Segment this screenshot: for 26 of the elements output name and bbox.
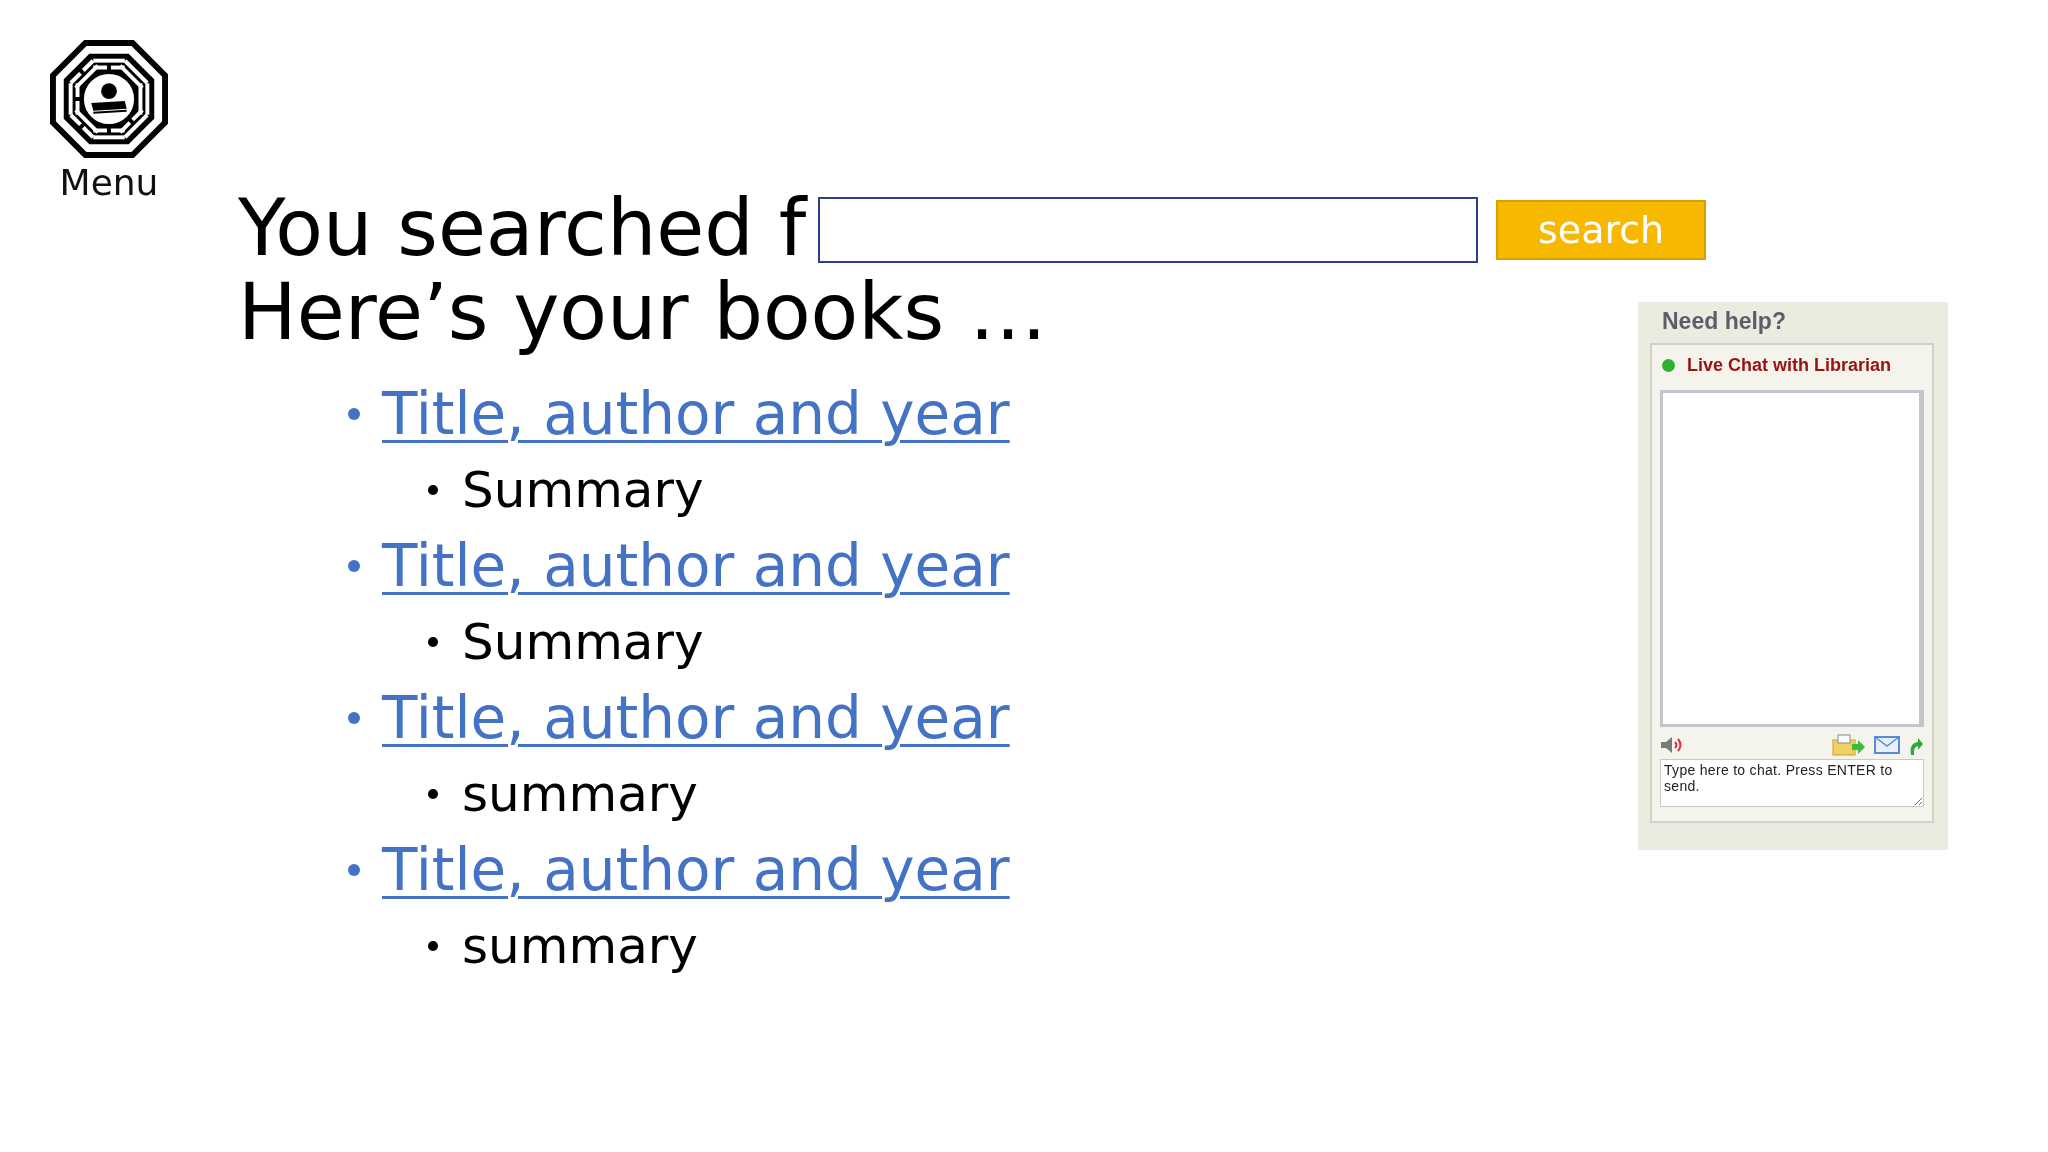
bullet-icon: [348, 711, 360, 724]
book-title-link[interactable]: Title, author and year: [382, 531, 1010, 600]
bullet-icon: [348, 559, 360, 572]
chat-title: Need help?: [1661, 308, 1786, 336]
menu-button[interactable]: Menu: [50, 40, 168, 203]
search-field[interactable]: [818, 197, 1479, 263]
book-title-link[interactable]: Title, author and year: [382, 379, 1010, 448]
folder-arrow-icon[interactable]: [1832, 734, 1866, 756]
bullet-icon: [348, 863, 360, 876]
book-summary: Summary: [462, 612, 704, 671]
envelope-icon[interactable]: [1874, 736, 1900, 754]
search-result-heading: You searched f: [238, 189, 807, 267]
bullet-icon: [348, 407, 360, 420]
book-title-link[interactable]: Title, author and year: [382, 835, 1010, 904]
books-heading: Here’s your books …: [238, 270, 1047, 356]
book-summary: Summary: [462, 460, 704, 519]
chat-status: Live Chat with Librarian: [1687, 355, 1892, 376]
book-title-link[interactable]: Title, author and year: [382, 683, 1010, 752]
bullet-icon: [428, 636, 438, 647]
bullet-icon: [428, 940, 438, 951]
book-summary: summary: [462, 916, 698, 975]
bullet-icon: [428, 788, 438, 799]
book-summary: summary: [462, 764, 698, 823]
chat-input[interactable]: Type here to chat. Press ENTER to send.: [1660, 759, 1924, 807]
bullet-icon: [428, 484, 438, 495]
octagon-icon: [50, 40, 168, 158]
